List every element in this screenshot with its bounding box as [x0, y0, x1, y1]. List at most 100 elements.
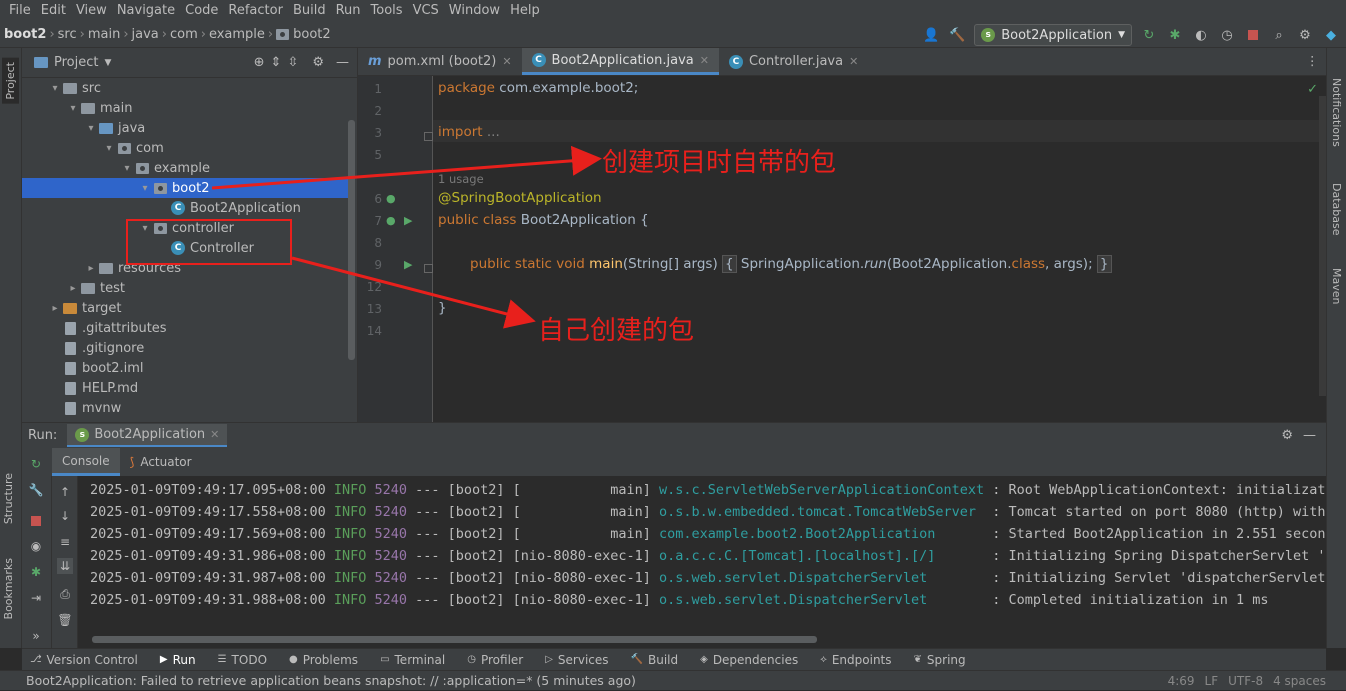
- menu-build[interactable]: Build: [288, 0, 331, 22]
- menu-edit[interactable]: Edit: [36, 0, 71, 22]
- chevron-right-icon[interactable]: ▸: [48, 303, 62, 314]
- menu-code[interactable]: Code: [180, 0, 223, 22]
- bean-icon[interactable]: ●: [386, 192, 396, 205]
- tree-item-test[interactable]: ▸ test: [22, 278, 352, 298]
- console-output[interactable]: 2025-01-09T09:49:17.095+08:00 INFO 5240 …: [78, 476, 1326, 648]
- tool-tab-dependencies[interactable]: ◈ Dependencies: [700, 653, 798, 667]
- arrow-down-icon[interactable]: ↓: [57, 508, 73, 524]
- breadcrumb-root[interactable]: boot2: [4, 27, 46, 42]
- menu-vcs[interactable]: VCS: [408, 0, 444, 22]
- scroll-to-end-icon[interactable]: ⇊: [57, 558, 73, 574]
- console-horizontal-scrollbar[interactable]: [92, 636, 817, 643]
- tool-tab-project[interactable]: Project: [2, 58, 19, 104]
- chevron-down-icon[interactable]: ▾: [84, 123, 98, 134]
- trash-icon[interactable]: 🗑: [57, 612, 73, 628]
- tree-item-gitattributes[interactable]: .gitattributes: [22, 318, 352, 338]
- build-hammer-icon[interactable]: 🔨: [948, 26, 966, 44]
- tool-tab-bookmarks[interactable]: Bookmarks: [2, 558, 15, 619]
- stop-icon[interactable]: [1244, 26, 1262, 44]
- run-configuration-select[interactable]: s Boot2Application ▼: [974, 24, 1132, 46]
- minimize-icon[interactable]: —: [336, 55, 349, 70]
- user-icon[interactable]: 👤: [922, 26, 940, 44]
- close-icon[interactable]: ✕: [849, 55, 858, 68]
- inspection-ok-icon[interactable]: ✓: [1307, 82, 1318, 97]
- close-icon[interactable]: ✕: [210, 428, 219, 441]
- tree-item-helpmd[interactable]: HELP.md: [22, 378, 352, 398]
- tree-item-gitignore[interactable]: .gitignore: [22, 338, 352, 358]
- fold-icon[interactable]: [424, 264, 433, 273]
- chevron-down-icon[interactable]: ▾: [102, 143, 116, 154]
- camera-icon[interactable]: ◉: [28, 538, 44, 554]
- chevron-right-icon[interactable]: ▸: [66, 283, 80, 294]
- search-icon[interactable]: ⌕: [1270, 26, 1288, 44]
- chevron-down-icon[interactable]: ▼: [104, 58, 111, 68]
- tool-tab-spring[interactable]: ❦ Spring: [914, 653, 966, 667]
- tool-tab-database[interactable]: Database: [1330, 183, 1343, 236]
- project-scrollbar[interactable]: [348, 120, 355, 360]
- tree-item-target[interactable]: ▸ target: [22, 298, 352, 318]
- tool-tab-maven[interactable]: Maven: [1330, 268, 1343, 304]
- breadcrumb-item[interactable]: main: [88, 27, 120, 42]
- menu-run[interactable]: Run: [331, 0, 366, 22]
- editor-tab-controller[interactable]: C Controller.java ✕: [719, 48, 868, 75]
- exit-icon[interactable]: ⇥: [28, 590, 44, 606]
- line-separator[interactable]: LF: [1205, 674, 1219, 688]
- code-editor[interactable]: package com.example.boot2; import ... 1 …: [433, 76, 1326, 422]
- editor-scrollbar[interactable]: [1319, 96, 1326, 396]
- tool-tab-terminal[interactable]: ▭ Terminal: [380, 653, 445, 667]
- tool-tab-problems[interactable]: ● Problems: [289, 653, 358, 667]
- tree-item-example[interactable]: ▾ example: [22, 158, 352, 178]
- cursor-position[interactable]: 4:69: [1168, 674, 1195, 688]
- print-icon[interactable]: ⎙: [57, 586, 73, 602]
- editor-tab-boot2application[interactable]: C Boot2Application.java ✕: [521, 48, 719, 75]
- rerun-icon[interactable]: ↻: [1140, 26, 1158, 44]
- tree-item-java[interactable]: ▾ java: [22, 118, 352, 138]
- breadcrumb-item[interactable]: example: [209, 27, 265, 42]
- file-encoding[interactable]: UTF-8: [1228, 674, 1263, 688]
- tab-actuator[interactable]: ⟆ Actuator: [120, 448, 202, 476]
- soft-wrap-icon[interactable]: ≡: [57, 534, 73, 550]
- coverage-icon[interactable]: ◐: [1192, 26, 1210, 44]
- jetbrains-logo-icon[interactable]: ◆: [1322, 26, 1340, 44]
- menu-navigate[interactable]: Navigate: [112, 0, 180, 22]
- collapse-all-icon[interactable]: ⇳: [287, 55, 298, 70]
- chevron-down-icon[interactable]: ▾: [120, 163, 134, 174]
- breadcrumb-item[interactable]: java: [132, 27, 159, 42]
- indent-setting[interactable]: 4 spaces: [1273, 674, 1326, 688]
- breadcrumb-item[interactable]: boot2: [293, 27, 331, 42]
- tree-item-boot2iml[interactable]: boot2.iml: [22, 358, 352, 378]
- expand-all-icon[interactable]: ⇕: [271, 55, 282, 70]
- fold-icon[interactable]: [424, 132, 433, 141]
- run-gutter-icon[interactable]: ▶: [404, 214, 412, 227]
- tool-tab-version-control[interactable]: ⎇ Version Control: [30, 653, 138, 667]
- close-icon[interactable]: ✕: [502, 55, 511, 68]
- wrench-icon[interactable]: 🔧: [28, 482, 44, 498]
- menu-file[interactable]: File: [4, 0, 36, 22]
- tool-tab-build[interactable]: 🔨 Build: [631, 653, 679, 667]
- rerun-icon[interactable]: ↻: [28, 456, 44, 472]
- chevron-down-icon[interactable]: ▾: [48, 83, 62, 94]
- minimize-icon[interactable]: —: [1303, 428, 1316, 443]
- arrow-up-icon[interactable]: ↑: [57, 484, 73, 500]
- gear-icon[interactable]: ⚙: [312, 55, 324, 70]
- tool-tab-notifications[interactable]: Notifications: [1330, 78, 1343, 147]
- tree-item-main[interactable]: ▾ main: [22, 98, 352, 118]
- profiler-icon[interactable]: ◷: [1218, 26, 1236, 44]
- menu-refactor[interactable]: Refactor: [223, 0, 288, 22]
- tool-tab-todo[interactable]: ☰ TODO: [218, 653, 267, 667]
- debug-bug-icon[interactable]: ✱: [1166, 26, 1184, 44]
- more-icon[interactable]: ⋮: [1306, 53, 1319, 68]
- tab-console[interactable]: Console: [52, 448, 120, 476]
- chevron-right-icon[interactable]: ▸: [84, 263, 98, 274]
- tool-tab-profiler[interactable]: ◷ Profiler: [467, 653, 523, 667]
- tool-tab-endpoints[interactable]: ⟡ Endpoints: [820, 653, 891, 667]
- tree-item-com[interactable]: ▾ com: [22, 138, 352, 158]
- breadcrumb-item[interactable]: src: [58, 27, 77, 42]
- tool-tab-services[interactable]: ▷ Services: [545, 653, 608, 667]
- breadcrumb-item[interactable]: com: [170, 27, 198, 42]
- tree-item-src[interactable]: ▾ src: [22, 78, 352, 98]
- run-gutter-icon[interactable]: ▶: [404, 258, 412, 271]
- editor-tab-pom[interactable]: m pom.xml (boot2) ✕: [358, 48, 522, 75]
- tool-tab-run[interactable]: ▶ Run: [160, 653, 196, 667]
- bean-icon[interactable]: ●: [386, 214, 396, 227]
